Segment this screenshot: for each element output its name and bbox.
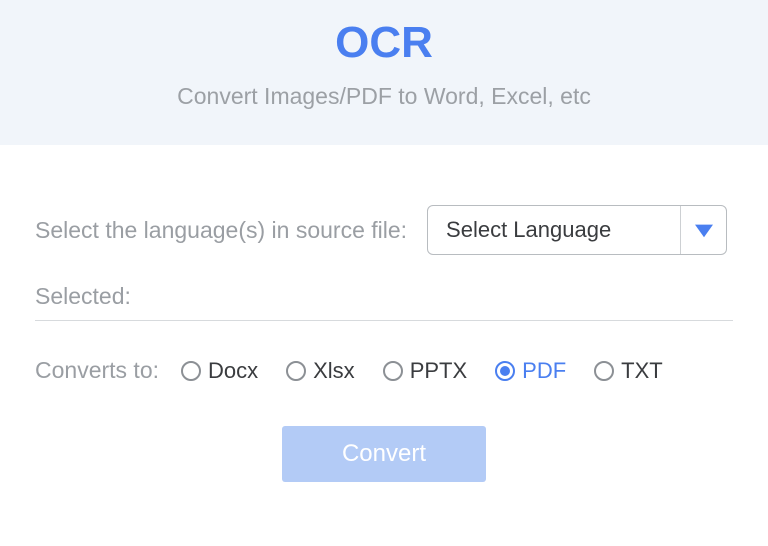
convert-button[interactable]: Convert <box>282 426 486 482</box>
chevron-down-icon <box>680 206 726 254</box>
format-pdf[interactable]: PDF <box>495 358 566 384</box>
header: OCR Convert Images/PDF to Word, Excel, e… <box>0 0 768 145</box>
radio-icon <box>383 361 403 381</box>
main-content: Select the language(s) in source file: S… <box>0 145 768 482</box>
format-label: TXT <box>621 358 663 384</box>
language-select[interactable]: Select Language <box>427 205 727 255</box>
selected-label: Selected: <box>35 283 131 310</box>
divider <box>35 320 733 321</box>
radio-icon <box>594 361 614 381</box>
format-label: PDF <box>522 358 566 384</box>
page-subtitle: Convert Images/PDF to Word, Excel, etc <box>0 83 768 110</box>
radio-icon <box>495 361 515 381</box>
format-label: Xlsx <box>313 358 355 384</box>
radio-dot-icon <box>500 366 510 376</box>
formats-label: Converts to: <box>35 357 159 384</box>
formats-row: Converts to: Docx Xlsx PPTX PDF <box>35 357 733 384</box>
format-xlsx[interactable]: Xlsx <box>286 358 355 384</box>
language-select-text: Select Language <box>428 206 680 254</box>
format-docx[interactable]: Docx <box>181 358 258 384</box>
format-txt[interactable]: TXT <box>594 358 663 384</box>
radio-icon <box>286 361 306 381</box>
format-label: Docx <box>208 358 258 384</box>
formats-radio-group: Docx Xlsx PPTX PDF TXT <box>181 358 663 384</box>
language-label: Select the language(s) in source file: <box>35 217 407 244</box>
format-pptx[interactable]: PPTX <box>383 358 467 384</box>
language-row: Select the language(s) in source file: S… <box>35 205 733 255</box>
page-title: OCR <box>0 18 768 68</box>
button-row: Convert <box>35 426 733 482</box>
format-label: PPTX <box>410 358 467 384</box>
radio-icon <box>181 361 201 381</box>
selected-row: Selected: <box>35 283 733 310</box>
